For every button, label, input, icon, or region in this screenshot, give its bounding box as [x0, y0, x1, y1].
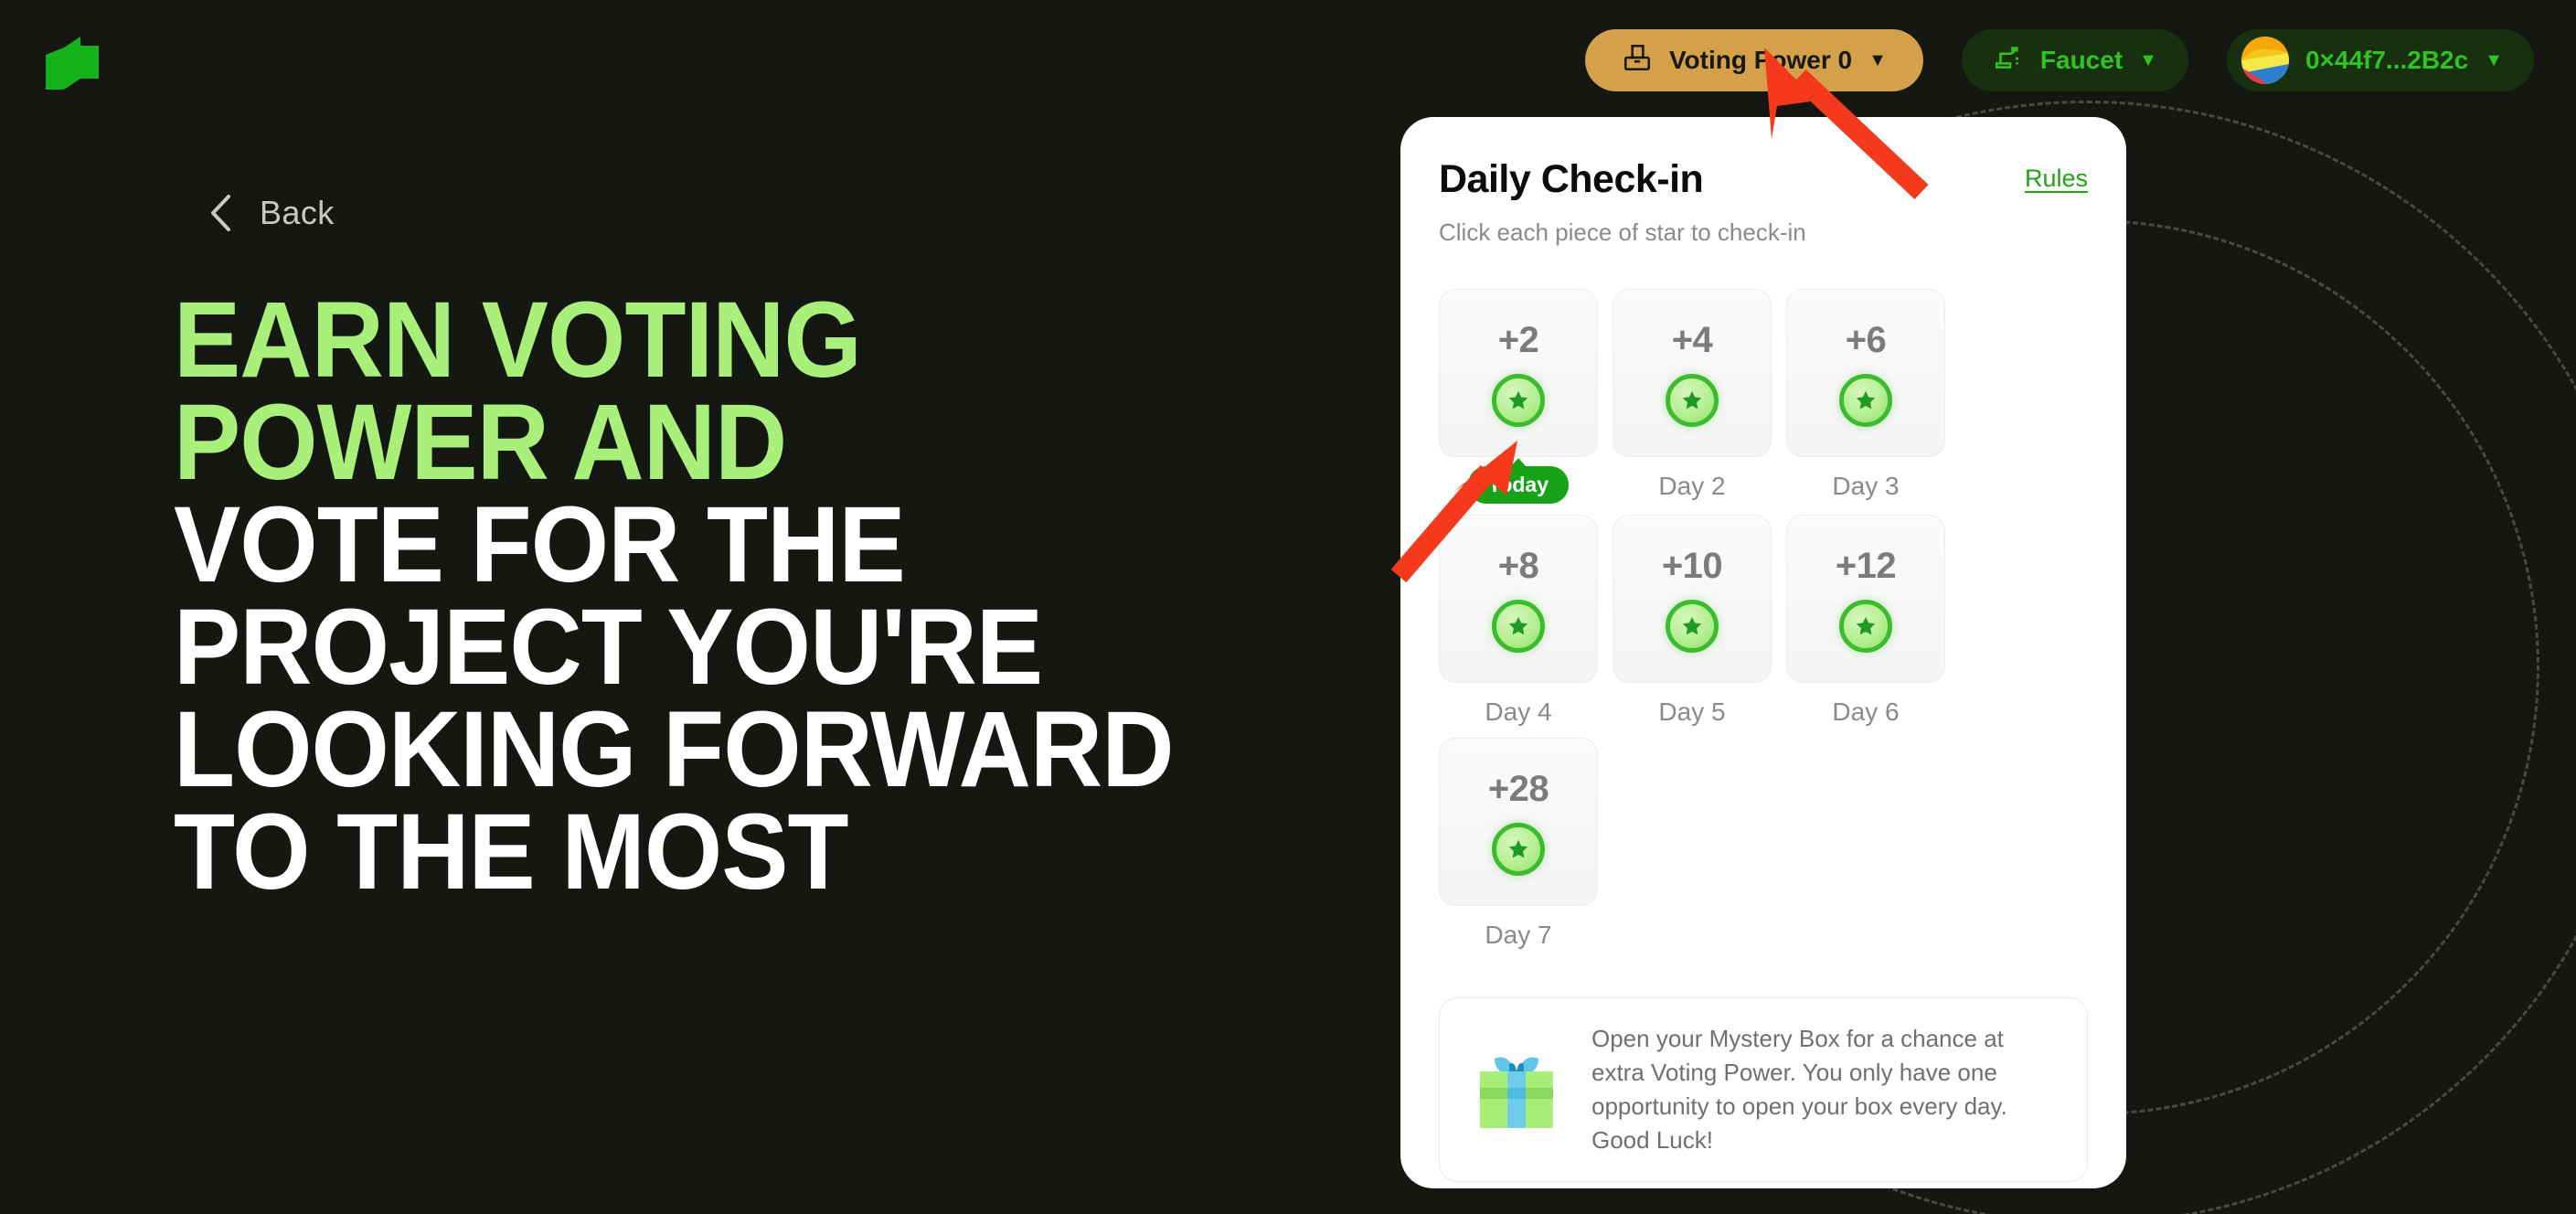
headline-line-1: EARN VOTING	[174, 280, 862, 400]
top-navigation-bar: Voting Power 0 ▼ Faucet ▼ 0×44f7...2B2c …	[0, 0, 2576, 137]
checkin-days-grid: +2 Today +4 Day 2 +6 Day 3 +8 Day 4 +10 Day 5 +12 D…	[1439, 289, 2088, 950]
vote-box-icon	[1622, 42, 1653, 80]
checkin-day-card[interactable]: +28	[1439, 738, 1598, 906]
page-title: EARN VOTING POWER AND VOTE FOR THE PROJE…	[174, 280, 1313, 913]
chevron-down-icon: ▼	[2139, 50, 2157, 70]
chevron-down-icon: ▼	[1868, 50, 1887, 70]
voting-power-button[interactable]: Voting Power 0 ▼	[1584, 29, 1923, 91]
checkin-day-amount: +6	[1845, 319, 1887, 360]
checkin-day-cell: +6 Day 3	[1786, 289, 1945, 504]
voting-power-label: Voting Power 0	[1668, 46, 1853, 74]
wallet-address-button[interactable]: 0×44f7...2B2c ▼	[2226, 29, 2534, 91]
star-coin-icon	[1492, 822, 1545, 876]
checkin-day-cell: +4 Day 2	[1613, 289, 1772, 504]
modal-subtitle: Click each piece of star to check-in	[1439, 218, 1806, 246]
star-coin-icon	[1839, 373, 1892, 427]
back-label: Back	[260, 194, 335, 231]
star-coin-icon	[1666, 599, 1719, 653]
chevron-left-icon	[208, 194, 232, 232]
wallet-address-label: 0×44f7...2B2c	[2305, 46, 2469, 74]
checkin-day-card[interactable]: +4	[1613, 289, 1772, 457]
checkin-day-card[interactable]: +10	[1613, 515, 1772, 683]
checkin-day-label: Day 7	[1485, 921, 1552, 949]
gift-box-icon	[1467, 1040, 1566, 1139]
headline-line-3: VOTE FOR THE	[174, 485, 906, 606]
mystery-box-panel: Open your Mystery Box for a chance at ex…	[1439, 997, 2088, 1182]
checkin-day-card[interactable]: +6	[1786, 289, 1945, 457]
checkin-day-card[interactable]: +12	[1786, 515, 1945, 683]
checkin-day-label: Day 6	[1832, 698, 1900, 726]
checkin-day-label: Day 3	[1832, 472, 1900, 500]
daily-checkin-modal: Daily Check-in Rules Click each piece of…	[1400, 117, 2126, 1188]
headline-line-6: TO THE MOST	[174, 792, 849, 913]
checkin-day-cell: +28 Day 7	[1439, 738, 1598, 950]
star-coin-icon	[1492, 373, 1545, 427]
faucet-icon	[1993, 42, 2024, 80]
star-coin-icon	[1839, 599, 1892, 653]
chevron-down-icon: ▼	[2485, 50, 2503, 70]
checkin-day-cell: +12 Day 6	[1786, 515, 1945, 727]
checkin-day-amount: +8	[1497, 545, 1539, 586]
checkin-day-card[interactable]: +8	[1439, 515, 1598, 683]
headline-line-5: LOOKING FORWARD	[174, 689, 1175, 811]
rules-link[interactable]: Rules	[2025, 165, 2088, 193]
star-coin-icon	[1666, 373, 1719, 427]
checkin-day-amount: +10	[1661, 545, 1723, 586]
headline-line-4: PROJECT YOU'RE	[174, 587, 1043, 708]
checkin-day-amount: +28	[1487, 768, 1549, 809]
faucet-button[interactable]: Faucet ▼	[1961, 29, 2188, 91]
today-badge: Today	[1467, 466, 1570, 504]
modal-title: Daily Check-in	[1439, 157, 1704, 201]
checkin-day-cell: +8 Day 4	[1439, 515, 1598, 727]
checkin-day-amount: +2	[1497, 319, 1539, 360]
mystery-box-text: Open your Mystery Box for a chance at ex…	[1591, 1025, 2007, 1154]
checkin-day-label: Day 5	[1658, 698, 1726, 726]
checkin-day-label: Day 4	[1485, 698, 1552, 726]
checkin-day-label: Day 2	[1658, 472, 1726, 500]
app-root: Voting Power 0 ▼ Faucet ▼ 0×44f7...2B2c …	[0, 0, 2576, 1214]
checkin-day-card[interactable]: +2	[1439, 289, 1598, 457]
checkin-day-amount: +4	[1671, 319, 1713, 360]
modal-header: Daily Check-in Rules	[1439, 157, 2088, 202]
checkin-day-amount: +12	[1835, 545, 1897, 586]
netswap-logo[interactable]	[40, 35, 102, 91]
faucet-label: Faucet	[2039, 46, 2124, 74]
checkin-day-cell: +2 Today	[1439, 289, 1598, 504]
star-coin-icon	[1492, 599, 1545, 653]
back-button[interactable]: Back	[208, 194, 335, 232]
avatar	[2241, 37, 2289, 84]
headline-line-2: POWER AND	[174, 382, 787, 504]
checkin-day-cell: +10 Day 5	[1613, 515, 1772, 727]
topbar-actions: Voting Power 0 ▼ Faucet ▼ 0×44f7...2B2c …	[1584, 29, 2534, 91]
